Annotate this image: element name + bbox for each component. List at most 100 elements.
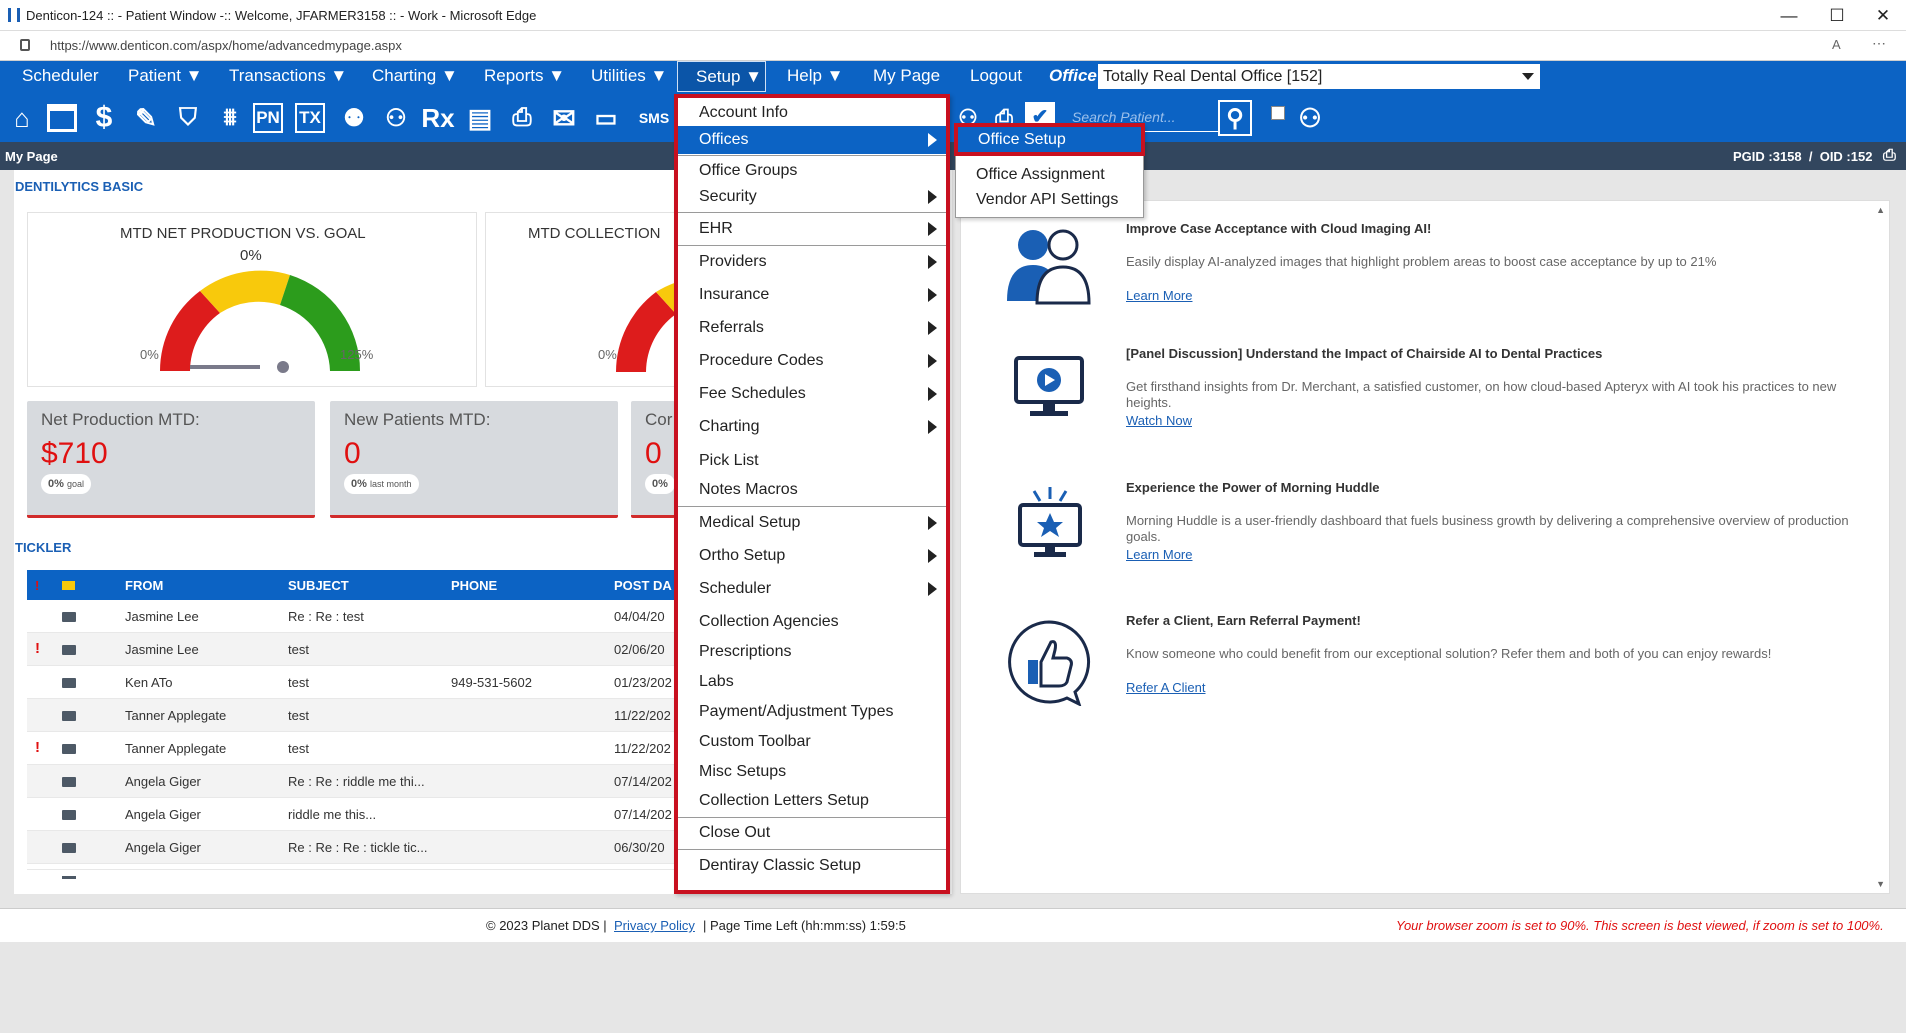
setup-menu-item[interactable]: Pick List <box>678 447 946 475</box>
sms-icon[interactable]: SMS <box>638 100 670 136</box>
setup-menu-item[interactable]: Insurance <box>678 281 946 309</box>
setup-menu-item[interactable]: Misc Setups <box>678 759 946 784</box>
message-icon[interactable]: ▭ <box>588 100 624 136</box>
tx-icon[interactable]: TX <box>295 103 325 133</box>
menu-reports[interactable]: Reports ▼ <box>484 61 565 92</box>
submenu-office-assignment[interactable]: Office Assignment <box>956 162 1143 187</box>
rx-icon[interactable]: Rx <box>420 100 456 136</box>
setup-menu-item[interactable]: Security <box>678 183 946 211</box>
scroll-up-icon[interactable]: ▲ <box>1876 205 1885 215</box>
menu-setup[interactable]: Setup ▼ <box>677 61 766 92</box>
url-text[interactable]: https://www.denticon.com/aspx/home/advan… <box>50 38 402 53</box>
pn-icon[interactable]: PN <box>253 103 283 133</box>
setup-menu-item-label: Procedure Codes <box>699 352 824 369</box>
document-icon[interactable]: ▤ <box>462 100 498 136</box>
table-row[interactable]: Angela Giger Re : Re : Re : tickle tic...… <box>27 831 687 864</box>
menu-separator <box>678 506 946 507</box>
scroll-down-icon[interactable]: ▼ <box>1876 879 1885 889</box>
mail-icon[interactable]: ✉ <box>546 100 582 136</box>
setup-menu-item[interactable]: Collection Agencies <box>678 609 946 634</box>
setup-menu-item[interactable]: Account Info <box>678 100 946 125</box>
read-aloud-icon[interactable]: A <box>1832 37 1841 52</box>
implant-icon[interactable]: ⩩ <box>212 100 248 136</box>
setup-dropdown-menu: Account Info Offices Office Groups Security… <box>674 94 950 894</box>
setup-menu-item[interactable]: Medical Setup <box>678 509 946 537</box>
setup-menu-item[interactable]: Prescriptions <box>678 639 946 664</box>
column-post-date[interactable]: POST DA <box>614 578 672 593</box>
setup-menu-item[interactable]: Office Groups <box>678 158 946 183</box>
news-body: Get firsthand insights from Dr. Merchant… <box>1126 379 1837 410</box>
maximize-button[interactable]: ☐ <box>1814 0 1860 31</box>
setup-menu-item[interactable]: Collection Letters Setup <box>678 788 946 813</box>
setup-menu-item[interactable]: Offices <box>678 126 946 154</box>
submenu-vendor-api-settings[interactable]: Vendor API Settings <box>956 187 1143 212</box>
cell-subject: Re : Re : test <box>288 609 364 624</box>
setup-menu-item-label: Pick List <box>699 452 759 469</box>
news-body: Easily display AI-analyzed images that h… <box>1126 254 1717 269</box>
table-row[interactable]: ! Jasmine Lee test 02/06/20 <box>27 633 687 666</box>
news-link[interactable]: Learn More <box>1126 547 1192 562</box>
table-row[interactable]: Tanner Applegate test 11/22/202 <box>27 699 687 732</box>
column-subject[interactable]: SUBJECT <box>288 578 349 593</box>
urgent-flag: ! <box>35 739 40 756</box>
address-bar[interactable]: https://www.denticon.com/aspx/home/advan… <box>0 31 1906 61</box>
menu-utilities[interactable]: Utilities ▼ <box>591 61 667 92</box>
privacy-policy-link[interactable]: Privacy Policy <box>614 918 695 933</box>
setup-menu-item[interactable]: EHR <box>678 215 946 243</box>
dollar-icon[interactable]: $ <box>86 100 122 136</box>
table-row[interactable]: Ken ATo test 949-531-5602 01/23/202 <box>27 666 687 699</box>
setup-menu-item[interactable]: Procedure Codes <box>678 347 946 375</box>
notes-icon[interactable]: ✎ <box>128 100 164 136</box>
add-family-icon[interactable]: ⚇ <box>378 100 414 136</box>
setup-menu-item[interactable]: Providers <box>678 248 946 276</box>
calendar-icon[interactable] <box>44 100 80 136</box>
office-select[interactable]: Totally Real Dental Office [152] <box>1098 64 1540 89</box>
table-row[interactable]: Angela Giger Re : Re : riddle me thi... 07… <box>27 765 687 798</box>
submenu-office-setup[interactable]: Office Setup <box>954 123 1145 156</box>
news-link[interactable]: Refer A Client <box>1126 680 1206 695</box>
setup-menu-item[interactable]: Scheduler <box>678 575 946 603</box>
table-row[interactable]: Angela Giger riddle me this... 07/14/202 <box>27 798 687 831</box>
tooth-icon[interactable]: ⛉ <box>170 100 206 136</box>
setup-menu-item[interactable]: Charting <box>678 413 946 441</box>
print-page-icon[interactable]: ⎙ <box>1883 147 1896 165</box>
setup-menu-item[interactable]: Notes Macros <box>678 477 946 503</box>
mail-icon <box>62 711 76 721</box>
setup-menu-item[interactable]: Payment/Adjustment Types <box>678 699 946 724</box>
news-link[interactable]: Learn More <box>1126 288 1192 303</box>
setup-menu-item[interactable]: Custom Toolbar <box>678 729 946 754</box>
add-patient-icon[interactable]: ⚉ <box>336 100 372 136</box>
column-phone[interactable]: PHONE <box>451 578 497 593</box>
table-row[interactable]: ! Tanner Applegate test 11/22/202 <box>27 732 687 765</box>
more-icon[interactable]: ⋯ <box>1872 35 1886 52</box>
quick-checkbox[interactable] <box>1271 106 1285 120</box>
menu-charting[interactable]: Charting ▼ <box>372 61 458 92</box>
column-from[interactable]: FROM <box>125 578 163 593</box>
close-button[interactable]: ✕ <box>1860 0 1906 31</box>
setup-menu-item[interactable]: Referrals <box>678 314 946 342</box>
menu-help[interactable]: Help ▼ <box>787 61 844 92</box>
setup-menu-item[interactable]: Fee Schedules <box>678 380 946 408</box>
family-search-icon[interactable]: ⚇ <box>1292 100 1328 136</box>
setup-menu-item[interactable]: Ortho Setup <box>678 542 946 570</box>
setup-menu-item[interactable]: Labs <box>678 669 946 694</box>
news-link[interactable]: Watch Now <box>1126 413 1192 428</box>
kpi-badge: 0% last month <box>344 474 419 494</box>
menu-my-page[interactable]: My Page <box>873 61 940 92</box>
print-icon[interactable]: ⎙ <box>504 100 540 136</box>
office-label: Office <box>1049 66 1097 85</box>
setup-menu-item-label: Charting <box>699 418 760 435</box>
table-row[interactable]: Jasmine Lee Re : Re : test 04/04/20 <box>27 600 687 633</box>
menu-transactions[interactable]: Transactions ▼ <box>229 61 347 92</box>
window-title: Denticon-124 :: - Patient Window -:: Wel… <box>26 7 537 23</box>
home-icon[interactable]: ⌂ <box>4 100 40 136</box>
setup-menu-item[interactable]: Dentiray Classic Setup <box>678 852 946 880</box>
setup-menu-item[interactable]: Close Out <box>678 820 946 846</box>
menu-logout[interactable]: Logout <box>970 61 1022 92</box>
minimize-button[interactable]: — <box>1766 0 1812 31</box>
patient-search-icon[interactable]: ⚲ <box>1218 100 1252 136</box>
menu-patient[interactable]: Patient ▼ <box>128 61 202 92</box>
cell-date: 07/14/202 <box>614 807 672 822</box>
menu-scheduler[interactable]: Scheduler <box>22 61 99 92</box>
chevron-right-icon <box>928 321 937 335</box>
